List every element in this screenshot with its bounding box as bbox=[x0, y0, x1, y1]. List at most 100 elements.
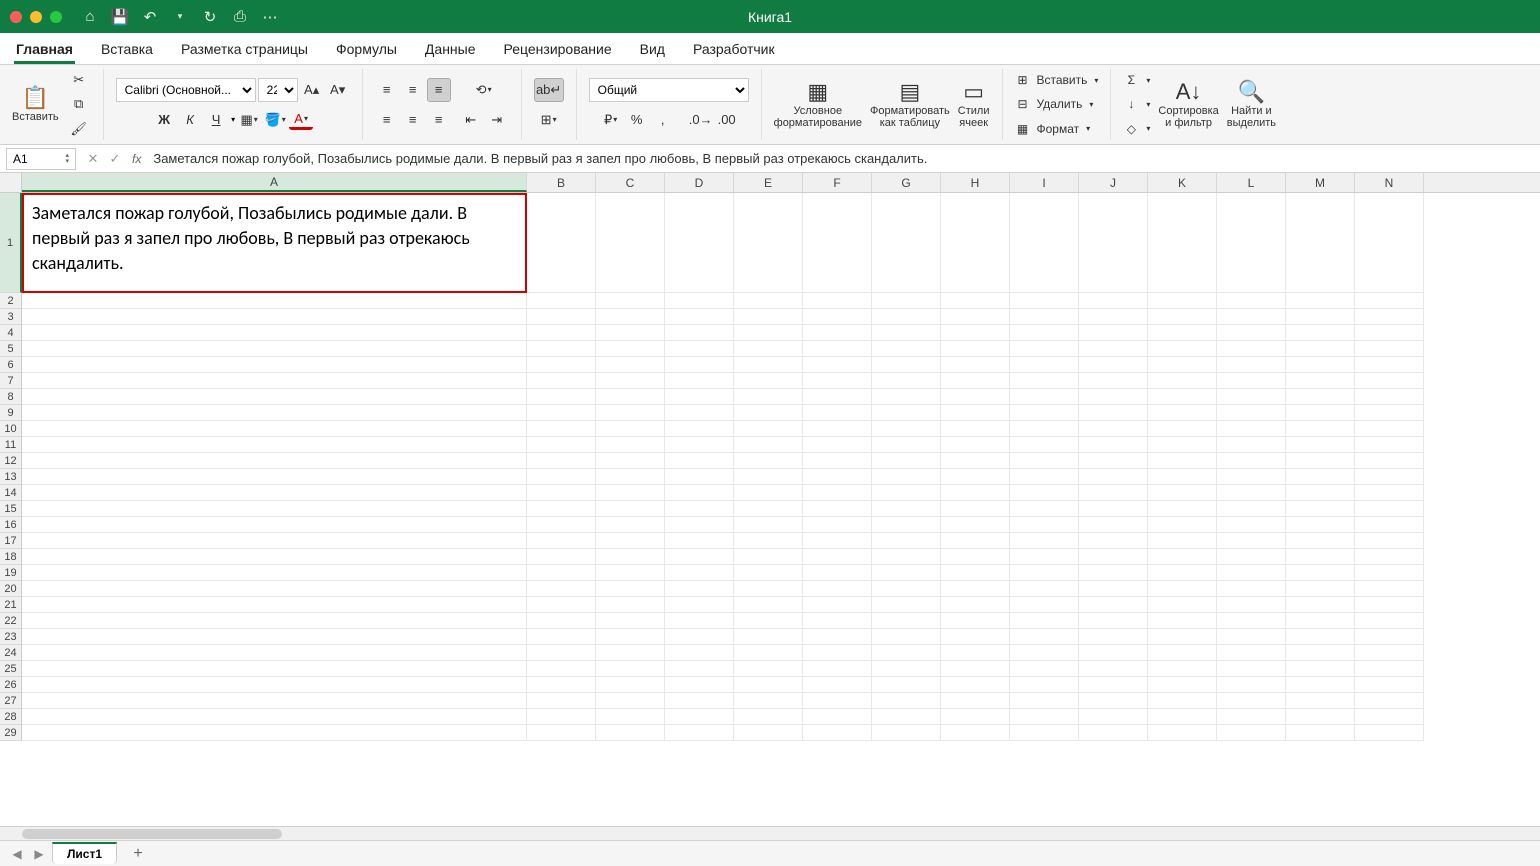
cell[interactable] bbox=[527, 421, 596, 437]
cell[interactable] bbox=[596, 341, 665, 357]
cell[interactable] bbox=[1217, 725, 1286, 741]
cell[interactable] bbox=[22, 373, 527, 389]
cell[interactable] bbox=[1217, 469, 1286, 485]
cell[interactable] bbox=[665, 645, 734, 661]
row-header[interactable]: 29 bbox=[0, 725, 22, 741]
cell[interactable] bbox=[941, 357, 1010, 373]
cell[interactable] bbox=[1148, 645, 1217, 661]
cell[interactable] bbox=[1079, 469, 1148, 485]
cell[interactable] bbox=[1079, 725, 1148, 741]
cell[interactable] bbox=[596, 645, 665, 661]
cell[interactable] bbox=[1079, 405, 1148, 421]
cell[interactable] bbox=[596, 709, 665, 725]
cell[interactable] bbox=[1355, 373, 1424, 389]
column-header[interactable]: C bbox=[596, 173, 665, 192]
cell[interactable] bbox=[872, 389, 941, 405]
cell[interactable] bbox=[1355, 533, 1424, 549]
column-header[interactable]: G bbox=[872, 173, 941, 192]
cell[interactable] bbox=[941, 437, 1010, 453]
cell[interactable] bbox=[1079, 549, 1148, 565]
home-icon[interactable]: ⌂ bbox=[82, 9, 98, 25]
cell[interactable] bbox=[665, 533, 734, 549]
cell[interactable] bbox=[872, 325, 941, 341]
cell[interactable] bbox=[872, 293, 941, 309]
cell[interactable] bbox=[1217, 437, 1286, 453]
cell[interactable] bbox=[1079, 293, 1148, 309]
column-header[interactable]: N bbox=[1355, 173, 1424, 192]
conditional-formatting-button[interactable]: ▦ Условное форматирование bbox=[770, 69, 866, 140]
cell[interactable] bbox=[527, 341, 596, 357]
undo-icon[interactable]: ↶ bbox=[142, 9, 158, 25]
cell[interactable] bbox=[527, 661, 596, 677]
cell[interactable] bbox=[1148, 309, 1217, 325]
cell[interactable] bbox=[941, 421, 1010, 437]
cell[interactable] bbox=[22, 293, 527, 309]
cell[interactable] bbox=[803, 437, 872, 453]
tab-view[interactable]: Вид bbox=[638, 35, 667, 64]
align-right-icon[interactable]: ≡ bbox=[427, 108, 451, 132]
format-painter-icon[interactable]: 🖌 bbox=[67, 118, 91, 140]
cell[interactable] bbox=[1217, 453, 1286, 469]
cell[interactable] bbox=[596, 193, 665, 293]
cell[interactable] bbox=[1148, 437, 1217, 453]
format-cells-button[interactable]: ▦Формат▾ bbox=[1015, 118, 1091, 140]
cell[interactable] bbox=[803, 485, 872, 501]
cell[interactable] bbox=[803, 517, 872, 533]
row-header[interactable]: 21 bbox=[0, 597, 22, 613]
cell[interactable] bbox=[1355, 725, 1424, 741]
cell[interactable] bbox=[941, 677, 1010, 693]
align-top-icon[interactable]: ≡ bbox=[375, 78, 399, 102]
cell[interactable] bbox=[872, 405, 941, 421]
cell[interactable] bbox=[734, 453, 803, 469]
cell[interactable] bbox=[1148, 677, 1217, 693]
cell[interactable] bbox=[1217, 357, 1286, 373]
cell[interactable] bbox=[734, 293, 803, 309]
column-header[interactable]: A bbox=[22, 173, 527, 192]
close-window-icon[interactable] bbox=[10, 11, 22, 23]
cell[interactable] bbox=[665, 517, 734, 533]
cell[interactable] bbox=[734, 597, 803, 613]
cell[interactable] bbox=[1286, 709, 1355, 725]
enter-formula-icon[interactable]: ✓ bbox=[104, 151, 126, 167]
cell[interactable] bbox=[1079, 309, 1148, 325]
row-header[interactable]: 5 bbox=[0, 341, 22, 357]
cell[interactable] bbox=[665, 421, 734, 437]
row-header[interactable]: 12 bbox=[0, 453, 22, 469]
cell[interactable] bbox=[1148, 533, 1217, 549]
row-header[interactable]: 24 bbox=[0, 645, 22, 661]
cell[interactable] bbox=[941, 565, 1010, 581]
cell[interactable] bbox=[1286, 677, 1355, 693]
select-all-corner[interactable] bbox=[0, 173, 22, 192]
cell[interactable] bbox=[1079, 661, 1148, 677]
cut-icon[interactable]: ✂ bbox=[67, 69, 91, 91]
cell[interactable] bbox=[596, 485, 665, 501]
cell[interactable] bbox=[1286, 293, 1355, 309]
cell[interactable] bbox=[941, 501, 1010, 517]
paste-button[interactable]: 📋 Вставить bbox=[8, 69, 63, 140]
cell[interactable] bbox=[1148, 341, 1217, 357]
fill-button[interactable]: ↓▾ bbox=[1123, 93, 1150, 115]
cell[interactable] bbox=[1010, 581, 1079, 597]
cell[interactable] bbox=[941, 389, 1010, 405]
cell[interactable] bbox=[1286, 693, 1355, 709]
cell[interactable] bbox=[1148, 453, 1217, 469]
cell[interactable] bbox=[872, 709, 941, 725]
cell[interactable] bbox=[1286, 565, 1355, 581]
cell[interactable] bbox=[1010, 389, 1079, 405]
cell[interactable] bbox=[596, 421, 665, 437]
font-name-select[interactable]: Calibri (Основной... bbox=[116, 78, 256, 102]
tab-formulas[interactable]: Формулы bbox=[334, 35, 399, 64]
italic-button[interactable]: К bbox=[178, 108, 202, 132]
cell[interactable] bbox=[803, 645, 872, 661]
cell[interactable] bbox=[872, 469, 941, 485]
cell[interactable] bbox=[803, 693, 872, 709]
align-center-icon[interactable]: ≡ bbox=[401, 108, 425, 132]
cell[interactable] bbox=[803, 405, 872, 421]
cell[interactable] bbox=[665, 193, 734, 293]
cell[interactable] bbox=[1010, 469, 1079, 485]
cell[interactable] bbox=[1079, 437, 1148, 453]
cell[interactable] bbox=[941, 341, 1010, 357]
cell[interactable] bbox=[1286, 517, 1355, 533]
cell[interactable] bbox=[872, 725, 941, 741]
cell[interactable] bbox=[665, 293, 734, 309]
